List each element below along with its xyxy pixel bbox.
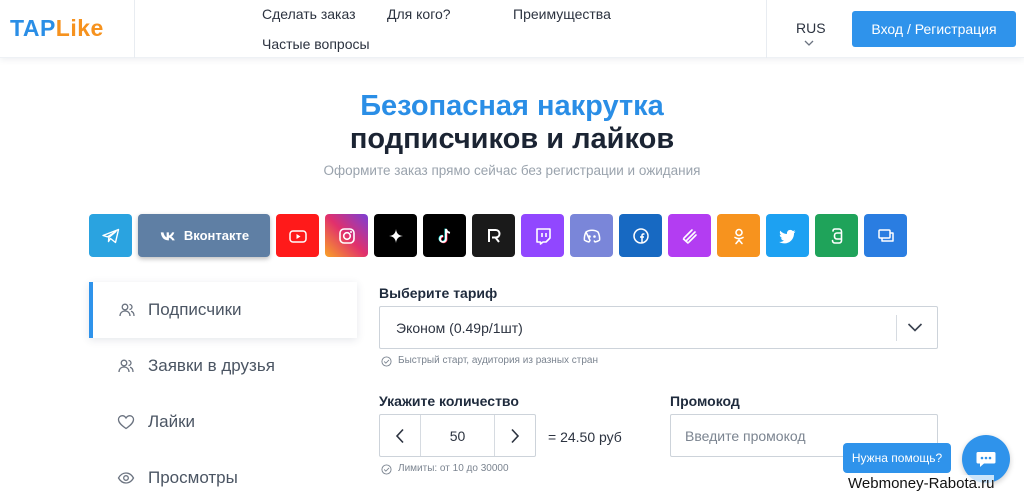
platform-other[interactable] (864, 214, 907, 257)
page: TAPLike Сделать заказ Для кого? Преимуще… (0, 0, 1024, 498)
nav-make-order[interactable]: Сделать заказ (262, 5, 356, 23)
menu-item-views[interactable]: Просмотры (89, 450, 357, 498)
likee-icon (682, 228, 697, 244)
platform-youtube[interactable] (276, 214, 319, 257)
language-selector[interactable]: RUS (796, 19, 826, 37)
twitter-icon (778, 229, 795, 243)
header-divider (766, 0, 767, 58)
discord-icon (583, 228, 600, 243)
help-bubble[interactable]: Нужна помощь? (843, 443, 951, 473)
quantity-stepper (379, 414, 536, 457)
nav-faq[interactable]: Частые вопросы (262, 35, 370, 53)
odnoklassniki-icon (733, 228, 744, 244)
platform-threads[interactable] (374, 214, 417, 257)
platform-twitter[interactable] (766, 214, 809, 257)
quantity-decrease-button[interactable] (380, 415, 421, 456)
platform-tabs: Вконтакте (89, 214, 907, 257)
hero-title: подписчиков и лайков (349, 123, 675, 155)
platform-rutube[interactable] (472, 214, 515, 257)
tariff-label: Выберите тариф (379, 285, 498, 301)
hero-title-accent: Безопасная накрутка (360, 90, 664, 122)
users-icon (119, 303, 135, 317)
check-circle-icon (381, 463, 392, 475)
limit-hint-text: Лимиты: от 10 до 30000 (398, 463, 509, 474)
eye-icon (117, 472, 135, 484)
chat-windows-icon (877, 228, 894, 242)
dzen-icon (831, 227, 842, 244)
platform-dzen[interactable] (815, 214, 858, 257)
logo-tap: TAP (10, 15, 56, 41)
heart-icon (117, 415, 135, 430)
youtube-icon (288, 229, 307, 243)
platform-instagram[interactable] (325, 214, 368, 257)
select-divider (896, 315, 897, 341)
platform-vk[interactable]: Вконтакте (138, 214, 270, 257)
promo-label: Промокод (670, 393, 740, 409)
facebook-icon (632, 227, 649, 244)
logo[interactable]: TAPLike (10, 13, 104, 43)
quantity-label: Укажите количество (379, 393, 519, 409)
header-divider (134, 0, 135, 58)
twitch-icon (535, 227, 551, 245)
total-price: = 24.50 руб (548, 429, 622, 445)
watermark: Webmoney-Rabota.ru (848, 475, 995, 493)
logo-like: Like (55, 15, 104, 41)
limit-hint: Лимиты: от 10 до 30000 (381, 463, 509, 475)
nav-advantages[interactable]: Преимущества (513, 5, 611, 23)
chevron-down-icon[interactable] (907, 322, 923, 333)
platform-telegram[interactable] (89, 214, 132, 257)
quantity-input[interactable] (421, 415, 494, 456)
platform-twitch[interactable] (521, 214, 564, 257)
instagram-icon (338, 227, 355, 244)
platform-odnoklassniki[interactable] (717, 214, 760, 257)
quantity-increase-button[interactable] (494, 415, 535, 456)
menu-item-label: Просмотры (148, 468, 238, 487)
tariff-hint-text: Быстрый старт, аудитория из разных стран (398, 355, 599, 366)
platform-discord[interactable] (570, 214, 613, 257)
chat-bubble-icon (976, 452, 996, 467)
header: TAPLike Сделать заказ Для кого? Преимуще… (0, 0, 1024, 58)
tariff-hint: Быстрый старт, аудитория из разных стран (381, 355, 598, 367)
chevron-left-icon (395, 428, 404, 443)
menu-item-label: Заявки в друзья (148, 356, 275, 375)
platform-likee[interactable] (668, 214, 711, 257)
rutube-icon (487, 228, 501, 243)
login-register-button[interactable]: Вход / Регистрация (852, 11, 1016, 47)
chevron-right-icon (511, 428, 520, 443)
tariff-select[interactable]: Эконом (0.49р/1шт) (379, 306, 938, 349)
menu-item-friend-requests[interactable]: Заявки в друзья (89, 338, 357, 394)
platform-tiktok[interactable] (423, 214, 466, 257)
sparkle-icon (388, 228, 403, 243)
platform-vk-label: Вконтакте (183, 228, 250, 243)
hero-subtitle: Оформите заказ прямо сейчас без регистра… (323, 163, 701, 178)
tariff-selected-value: Эконом (0.49р/1шт) (396, 320, 523, 336)
menu-item-likes[interactable]: Лайки (89, 394, 357, 450)
telegram-icon (101, 228, 119, 243)
menu-item-label: Лайки (148, 412, 196, 431)
check-circle-icon (381, 355, 392, 367)
tiktok-icon (438, 228, 450, 243)
menu-item-followers[interactable]: Подписчики (89, 282, 357, 338)
vk-icon (160, 231, 175, 240)
chevron-down-icon[interactable] (804, 40, 814, 47)
platform-facebook[interactable] (619, 214, 662, 257)
menu-item-label: Подписчики (148, 300, 242, 319)
nav-for-whom[interactable]: Для кого? (387, 5, 451, 23)
users-icon (118, 359, 134, 373)
